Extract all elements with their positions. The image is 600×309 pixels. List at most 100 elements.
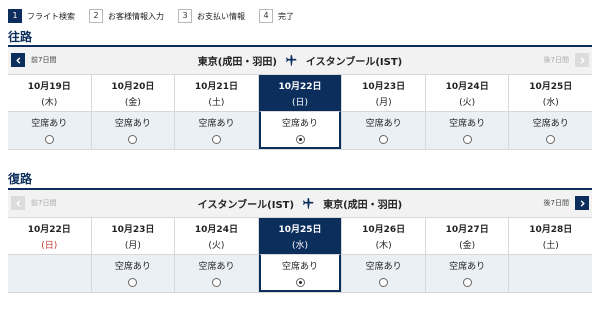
- date-header: 10月28日 (土): [509, 218, 593, 254]
- date-column[interactable]: 10月23日 (月) 空席あり: [91, 218, 176, 292]
- date-column: 10月28日 (土): [509, 218, 593, 292]
- availability-cell[interactable]: 空席あり: [175, 254, 258, 292]
- route-origin: 東京(成田・羽田): [197, 57, 277, 68]
- date-column: 10月22日 (日): [8, 218, 92, 292]
- step-label: お客様情報入力: [108, 11, 164, 21]
- availability-cell-empty: [509, 254, 593, 292]
- date-header: 10月19日 (木): [8, 75, 91, 111]
- date-column[interactable]: 10月19日 (木) 空席あり: [8, 75, 92, 149]
- outbound-prev-week-button[interactable]: 前7日間: [11, 53, 56, 67]
- date-radio[interactable]: [211, 135, 221, 144]
- date-header: 10月21日 (土): [175, 75, 258, 111]
- availability-cell[interactable]: 空席あり: [425, 111, 509, 149]
- prev-week-label: 前7日間: [31, 199, 57, 207]
- date-label: 10月19日: [27, 82, 71, 92]
- outbound-panel: 前7日間 東京(成田・羽田) イスタンブール(IST) 後7日間 10月19日 …: [8, 45, 593, 150]
- availability-cell[interactable]: 空席あり: [258, 111, 342, 149]
- weekday-label: (月): [124, 241, 141, 251]
- step-label: お支払い情報: [197, 11, 245, 21]
- route-destination: 東京(成田・羽田): [323, 200, 403, 211]
- airplane-icon: [285, 54, 298, 67]
- date-radio[interactable]: [211, 278, 221, 287]
- chevron-left-icon: [11, 53, 25, 67]
- date-column[interactable]: 10月24日 (火) 空席あり: [175, 218, 259, 292]
- weekday-label: (日): [41, 241, 58, 251]
- availability-label: 空席あり: [31, 119, 68, 129]
- weekday-label: (火): [208, 241, 225, 251]
- date-header: 10月24日 (火): [425, 75, 509, 111]
- date-radio[interactable]: [128, 278, 138, 287]
- step-number: 1: [8, 9, 22, 23]
- date-header: 10月27日 (金): [425, 218, 509, 254]
- return-prev-week-button: 前7日間: [11, 196, 56, 210]
- progress-steps: 1 フライト検索 2 お客様情報入力 3 お支払い情報 4 完了: [8, 8, 308, 24]
- weekday-label: (火): [459, 98, 476, 108]
- date-radio[interactable]: [379, 278, 389, 287]
- availability-cell[interactable]: 空席あり: [258, 254, 342, 292]
- return-route-bar: 前7日間 イスタンブール(IST) 東京(成田・羽田) 後7日間: [8, 190, 592, 218]
- date-column[interactable]: 10月20日 (金) 空席あり: [91, 75, 176, 149]
- step-number: 2: [89, 9, 103, 23]
- step-complete: 4 完了: [259, 9, 294, 23]
- availability-label: 空席あり: [365, 119, 402, 129]
- date-label: 10月23日: [111, 225, 155, 235]
- date-radio[interactable]: [379, 135, 389, 144]
- availability-cell[interactable]: 空席あり: [91, 254, 175, 292]
- next-week-label: 後7日間: [543, 56, 569, 64]
- date-label: 10月21日: [194, 82, 238, 92]
- weekday-label: (水): [292, 241, 309, 251]
- availability-cell[interactable]: 空席あり: [91, 111, 175, 149]
- route-origin: イスタンブール(IST): [197, 200, 295, 211]
- availability-label: 空席あり: [198, 262, 235, 272]
- date-radio-selected[interactable]: [295, 135, 305, 144]
- availability-label: 空席あり: [282, 262, 319, 272]
- return-date-grid: 10月22日 (日) 10月23日 (月) 空席あり 10月24日 (火) 空席…: [8, 218, 593, 293]
- date-radio[interactable]: [44, 135, 54, 144]
- date-column[interactable]: 10月26日 (木) 空席あり: [342, 218, 426, 292]
- availability-label: 空席あり: [114, 262, 151, 272]
- date-header: 10月22日 (日): [8, 218, 91, 254]
- availability-label: 空席あり: [282, 119, 319, 129]
- date-radio[interactable]: [546, 135, 556, 144]
- availability-label: 空席あり: [198, 119, 235, 129]
- return-next-week-button[interactable]: 後7日間: [544, 196, 589, 210]
- weekday-label: (土): [542, 241, 559, 251]
- step-number: 3: [178, 9, 192, 23]
- outbound-route-bar: 前7日間 東京(成田・羽田) イスタンブール(IST) 後7日間: [8, 47, 592, 75]
- outbound-date-grid: 10月19日 (木) 空席あり 10月20日 (金) 空席あり 10月21日 (…: [8, 75, 593, 150]
- availability-label: 空席あり: [365, 262, 402, 272]
- weekday-label: (金): [124, 98, 141, 108]
- step-payment-info: 3 お支払い情報: [178, 9, 245, 23]
- availability-label: 空席あり: [449, 262, 486, 272]
- date-column-selected[interactable]: 10月25日 (水) 空席あり: [258, 218, 343, 292]
- step-customer-info: 2 お客様情報入力: [89, 9, 164, 23]
- date-column[interactable]: 10月23日 (月) 空席あり: [342, 75, 426, 149]
- date-header: 10月26日 (木): [342, 218, 425, 254]
- date-radio[interactable]: [128, 135, 138, 144]
- date-column[interactable]: 10月25日 (水) 空席あり: [509, 75, 593, 149]
- weekday-label: (日): [292, 98, 309, 108]
- next-week-label: 後7日間: [543, 199, 569, 207]
- airplane-icon: [302, 197, 315, 210]
- date-radio-selected[interactable]: [295, 278, 305, 287]
- date-column[interactable]: 10月21日 (土) 空席あり: [175, 75, 259, 149]
- availability-cell[interactable]: 空席あり: [8, 111, 91, 149]
- availability-cell[interactable]: 空席あり: [425, 254, 509, 292]
- date-column[interactable]: 10月27日 (金) 空席あり: [425, 218, 510, 292]
- weekday-label: (水): [542, 98, 559, 108]
- weekday-label: (木): [41, 98, 58, 108]
- availability-cell[interactable]: 空席あり: [342, 111, 425, 149]
- availability-cell[interactable]: 空席あり: [342, 254, 425, 292]
- date-label: 10月24日: [445, 82, 489, 92]
- weekday-label: (土): [208, 98, 225, 108]
- availability-cell[interactable]: 空席あり: [175, 111, 258, 149]
- date-column-selected[interactable]: 10月22日 (日) 空席あり: [258, 75, 343, 149]
- date-radio[interactable]: [462, 135, 472, 144]
- date-column[interactable]: 10月24日 (火) 空席あり: [425, 75, 510, 149]
- return-route: イスタンブール(IST) 東京(成田・羽田): [198, 196, 402, 211]
- date-radio[interactable]: [462, 278, 472, 287]
- availability-cell[interactable]: 空席あり: [509, 111, 593, 149]
- date-label: 10月28日: [529, 225, 573, 235]
- date-label: 10月26日: [362, 225, 406, 235]
- weekday-label: (木): [375, 241, 392, 251]
